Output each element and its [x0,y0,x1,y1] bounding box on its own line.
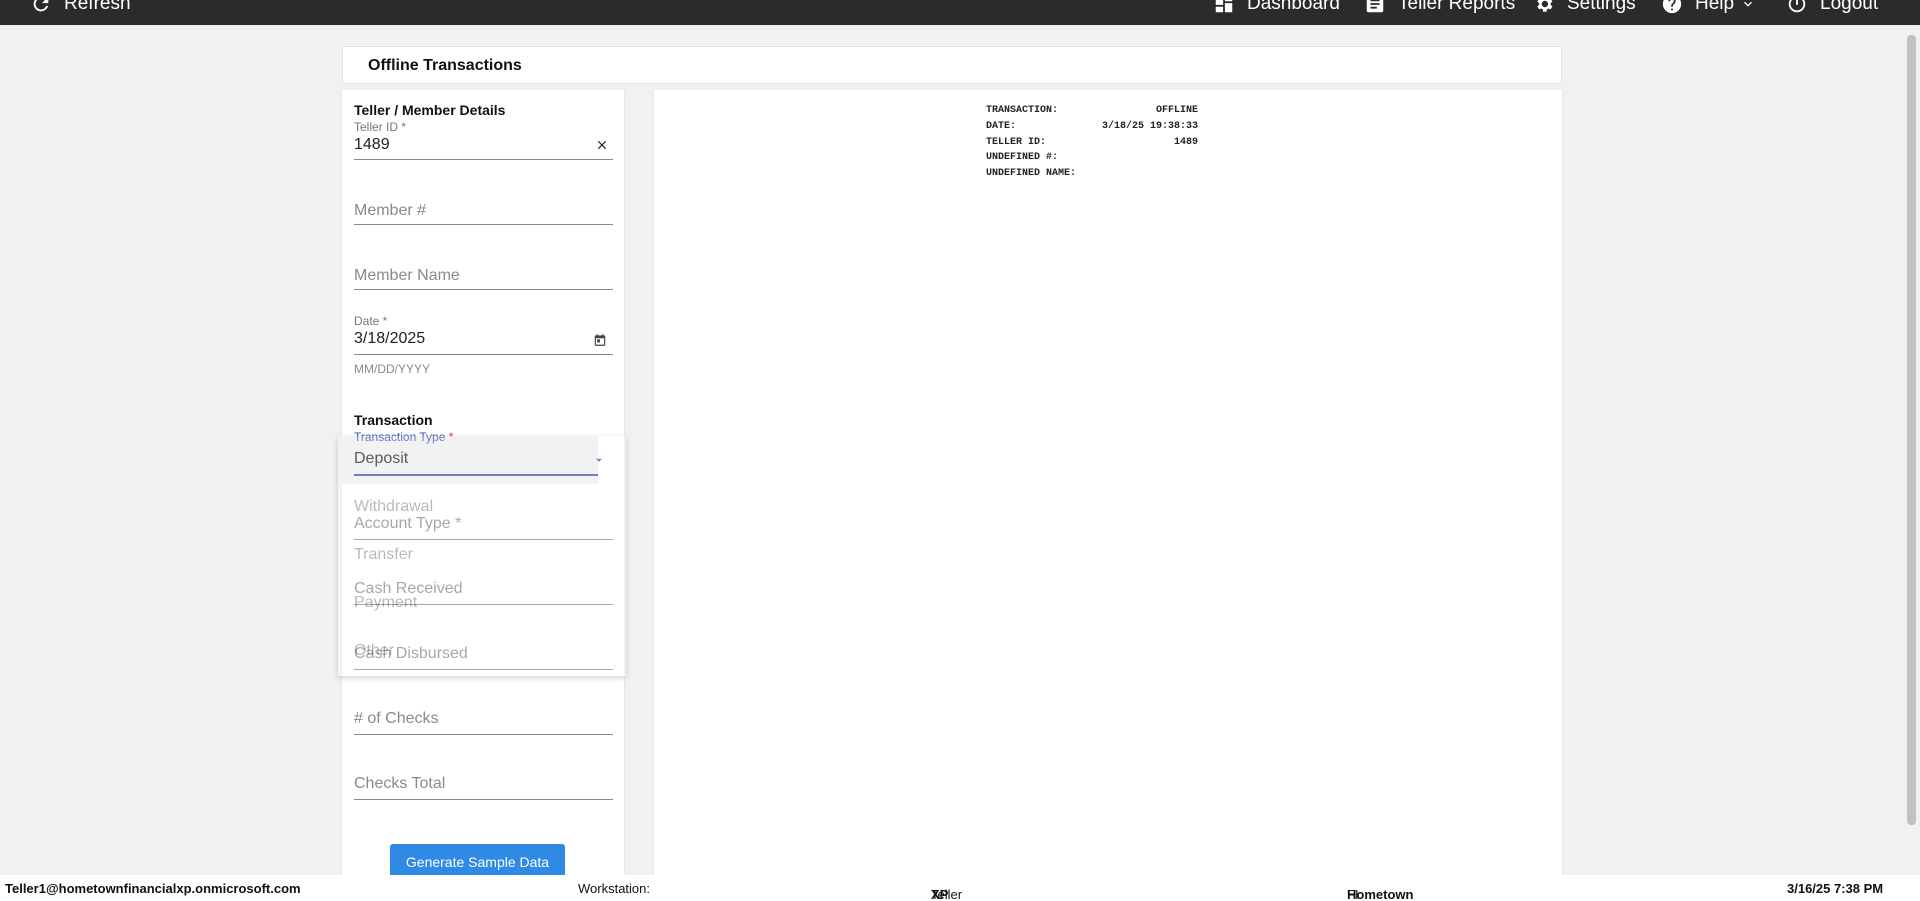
dashboard-icon [1215,0,1233,13]
member-number-underline [354,224,613,225]
clear-icon[interactable] [595,138,609,152]
receipt-value: OFFLINE [1155,105,1198,116]
menu-option-withdrawal[interactable]: Withdrawal [354,498,433,516]
receipt-preview-card: TRANSACTION: OFFLINE DATE: 3/18/25 19:38:3… [654,90,1562,901]
transaction-form-card: Teller / Member Details Teller ID * 1489… [342,90,624,901]
page-scrollbar[interactable] [1903,25,1920,875]
transaction-section-title: Transaction [354,412,433,428]
details-section-title: Teller / Member Details [354,102,506,118]
nav-dashboard[interactable]: Dashboard [1213,0,1340,15]
cash-disbursed-underline [354,669,613,670]
date-field[interactable]: Date * 3/18/2025 MM/DD/YYYY [354,314,613,376]
receipt-label: UNDEFINED NAME: [986,168,1077,180]
num-checks-underline [354,734,613,735]
top-navigation-bar: Refresh Dashboard Teller Reports Setting… [0,0,1920,25]
member-number-field[interactable]: Member # [354,202,613,232]
teller-id-value: 1489 [354,136,390,153]
nav-help-menu[interactable]: Help [1661,0,1756,15]
calendar-icon[interactable] [593,333,607,347]
receipt-row: TRANSACTION: OFFLINE [986,103,1198,119]
status-workstation-label: Workstation: [578,881,651,896]
date-label: Date * [354,314,388,328]
transaction-type-label: Transaction Type * [354,430,453,444]
page-title: Offline Transactions [368,57,522,74]
receipt-row: UNDEFINED NAME: [986,166,1198,182]
date-value: 3/18/2025 [354,330,426,347]
required-marker: * [445,430,454,444]
status-bar: Teller1@hometownfinancialxp.onmicrosoft.… [0,875,1920,901]
teller-id-field[interactable]: Teller ID * 1489 [354,120,613,160]
refresh-button[interactable]: Refresh [30,0,131,15]
transaction-type-underline [354,474,598,476]
nav-settings-label: Settings [1567,0,1636,14]
nav-dashboard-label: Dashboard [1247,0,1340,14]
account-type-underline [354,539,613,540]
status-datetime: 3/16/25 7:38 PM [1787,881,1884,896]
logout-button[interactable]: Logout [1786,0,1878,15]
refresh-label: Refresh [64,0,131,14]
logout-label: Logout [1820,0,1879,14]
member-name-field[interactable]: Member Name [354,267,613,297]
dropdown-arrow-icon [596,458,602,462]
teller-id-underline [354,159,613,160]
report-icon [1366,0,1384,13]
checks-total-field[interactable]: Checks Total [354,775,613,805]
receipt-text: TRANSACTION: OFFLINE DATE: 3/18/25 19:38:3… [986,103,1198,182]
account-type-field[interactable]: Account Type * [354,515,613,545]
transaction-type-value: Deposit [354,450,409,467]
status-user: Teller1@hometownfinancialxp.onmicrosoft.… [5,881,301,896]
help-icon [1662,0,1682,14]
date-helper-text: MM/DD/YYYY [354,362,431,376]
receipt-label: DATE: [986,120,1017,132]
num-checks-field[interactable]: # of Checks [354,710,613,740]
refresh-icon [33,0,49,12]
member-name-underline [354,289,613,290]
status-fi-value: Hometown Financial XP [1347,887,1414,901]
receipt-label: UNDEFINED #: [986,152,1059,164]
gear-icon [1537,0,1553,12]
receipt-label: TRANSACTION: [986,105,1059,116]
receipt-row: DATE: 3/18/25 19:38:33 [986,119,1198,135]
page-header-card: Offline Transactions [342,46,1562,84]
receipt-label: TELLER ID: [986,136,1047,148]
transaction-type-select[interactable]: Transaction Type * Deposit [338,430,602,484]
member-number-placeholder: Member # [354,202,427,219]
power-icon [1788,0,1806,13]
nav-help-label: Help [1695,0,1735,14]
nav-teller-reports-label: Teller Reports [1398,0,1516,14]
checks-total-underline [354,799,613,800]
receipt-row: UNDEFINED #: [986,150,1198,166]
num-checks-placeholder: # of Checks [354,710,439,727]
date-underline [354,354,613,355]
teller-id-label: Teller ID * [354,120,407,134]
receipt-row: TELLER ID: 1489 [986,135,1198,151]
checks-total-placeholder: Checks Total [354,775,446,792]
nav-settings[interactable]: Settings [1533,0,1636,15]
transaction-type-label-text: Transaction Type [354,430,446,444]
menu-option-payment[interactable]: Payment [354,594,417,612]
member-name-placeholder: Member Name [354,267,460,284]
receipt-value: 3/18/25 19:38:33 [1101,120,1198,132]
status-platform-value: XP [931,887,949,901]
scrollbar-thumb[interactable] [1907,35,1916,825]
nav-teller-reports[interactable]: Teller Reports [1364,0,1515,15]
chevron-down-icon [1744,1,1753,7]
receipt-value: 1489 [1173,136,1198,148]
account-type-placeholder: Account Type * [354,515,462,532]
menu-option-other[interactable]: Other [354,642,394,660]
menu-option-transfer[interactable]: Transfer [354,546,413,564]
